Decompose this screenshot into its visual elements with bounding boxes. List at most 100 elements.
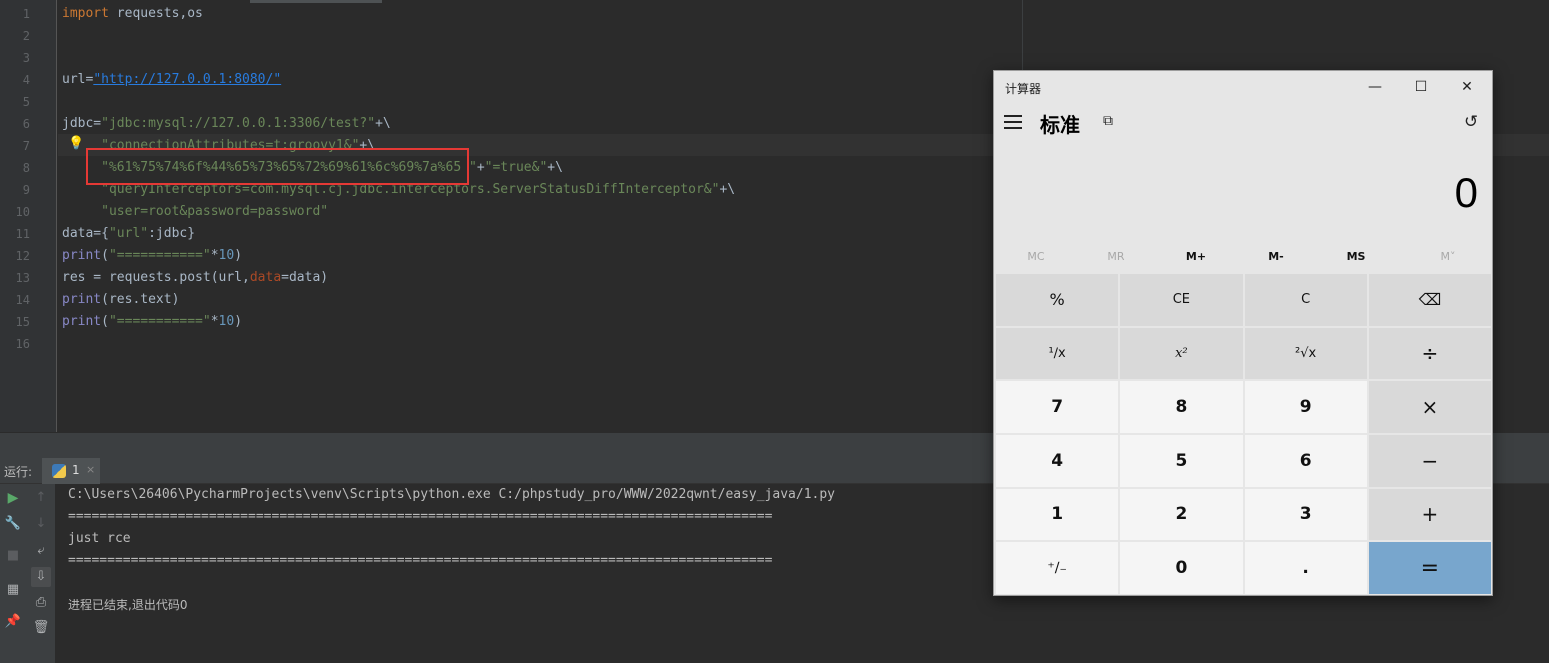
- layout-icon[interactable]: ▦: [3, 580, 23, 600]
- digit-3-button[interactable]: 3: [1244, 488, 1367, 541]
- line-number: 9: [22, 183, 30, 197]
- code-line-6[interactable]: jdbc="jdbc:mysql://127.0.0.1:3306/test?"…: [62, 113, 391, 135]
- lightbulb-icon[interactable]: 💡: [68, 136, 84, 151]
- soft-wrap-icon[interactable]: ⤶: [31, 541, 51, 561]
- string-literal: "=true&": [484, 160, 548, 175]
- line-number: 3: [22, 51, 30, 65]
- trash-icon[interactable]: 🗑: [31, 618, 51, 638]
- code-line-10[interactable]: "user=root&password=password": [62, 201, 328, 223]
- code-line-13[interactable]: res = requests.post(url,data=data): [62, 267, 328, 289]
- builtin-function: print: [62, 314, 102, 329]
- code-text: *: [210, 248, 219, 263]
- digit-4-button[interactable]: 4: [996, 435, 1119, 487]
- subtract-button[interactable]: −: [1368, 435, 1491, 487]
- digit-6-button[interactable]: 6: [1244, 435, 1367, 487]
- code-text: url=: [62, 72, 94, 87]
- code-line-4[interactable]: url="http://127.0.0.1:8080/": [62, 69, 281, 91]
- run-tab-1[interactable]: 1 ×: [42, 458, 100, 484]
- stop-icon[interactable]: ■: [3, 546, 23, 566]
- code-line-14[interactable]: print(res.text): [62, 289, 179, 311]
- close-button[interactable]: ✕: [1444, 71, 1490, 103]
- pin-icon[interactable]: 📌: [3, 612, 23, 632]
- memory-store-button[interactable]: MS: [1316, 243, 1396, 271]
- hamburger-menu-icon[interactable]: [1004, 115, 1022, 129]
- print-icon[interactable]: ⎙: [31, 593, 51, 613]
- memory-subtract-button[interactable]: M-: [1236, 243, 1316, 271]
- digit-8-button[interactable]: 8: [1120, 381, 1243, 433]
- decimal-button[interactable]: .: [1244, 542, 1367, 594]
- code-text: +: [476, 160, 485, 175]
- down-arrow-icon[interactable]: ↓: [31, 514, 51, 534]
- square-button[interactable]: x²: [1120, 327, 1243, 380]
- code-line-12[interactable]: print("==========="*10): [62, 245, 242, 267]
- line-number: 11: [15, 227, 30, 241]
- divide-button[interactable]: ÷: [1368, 327, 1491, 380]
- code-line-15[interactable]: print("==========="*10): [62, 311, 242, 333]
- scroll-to-end-icon[interactable]: ⇩: [31, 567, 51, 587]
- line-number: 1: [22, 7, 30, 21]
- line-number: 12: [15, 249, 30, 263]
- rerun-icon[interactable]: ▶: [3, 488, 23, 508]
- minimize-button[interactable]: —: [1352, 71, 1398, 103]
- code-text: requests,os: [108, 6, 203, 21]
- string-literal: "jdbc:mysql://127.0.0.1:3306/test?": [101, 116, 376, 131]
- digit-1-button[interactable]: 1: [996, 488, 1119, 541]
- memory-list-button[interactable]: M˅: [1408, 243, 1488, 271]
- line-number: 10: [15, 205, 30, 219]
- console-exit-message: 进程已结束,退出代码0: [68, 598, 188, 612]
- mode-title: 标准: [1040, 113, 1080, 137]
- code-text: +\: [719, 182, 736, 197]
- reciprocal-button[interactable]: ¹∕x: [996, 327, 1119, 380]
- close-icon[interactable]: ×: [86, 463, 95, 476]
- code-line-11[interactable]: data={"url":jdbc}: [62, 223, 195, 245]
- backspace-button[interactable]: ⌫: [1368, 274, 1491, 326]
- string-literal: "===========": [108, 314, 211, 329]
- run-toolbar: ▶ ↑ 🔧 ↓ ■ ⤶ ⇩ ▦ ⎙ 📌 🗑: [0, 484, 56, 663]
- code-text: *: [210, 314, 219, 329]
- code-text: +\: [547, 160, 563, 175]
- python-icon: [52, 464, 66, 478]
- mode-row: 标准 ⧉ ↺: [994, 103, 1492, 143]
- memory-row: MC MR M+ M- MS M˅: [996, 243, 1492, 271]
- digit-0-button[interactable]: 0: [1120, 542, 1243, 594]
- digit-5-button[interactable]: 5: [1120, 435, 1243, 487]
- code-text: (res.text): [101, 292, 180, 307]
- line-number: 16: [15, 337, 30, 351]
- wrench-icon[interactable]: 🔧: [3, 514, 23, 534]
- digit-7-button[interactable]: 7: [996, 381, 1119, 433]
- line-number: 5: [22, 95, 30, 109]
- digit-9-button[interactable]: 9: [1244, 381, 1367, 433]
- console-command-line: C:\Users\26406\PycharmProjects\venv\Scri…: [68, 487, 836, 502]
- string-literal: "url": [108, 226, 149, 241]
- add-button[interactable]: +: [1368, 488, 1491, 541]
- digit-2-button[interactable]: 2: [1120, 488, 1243, 541]
- maximize-button[interactable]: ☐: [1398, 71, 1444, 103]
- line-number: 14: [15, 293, 30, 307]
- negate-button[interactable]: ⁺∕₋: [996, 542, 1119, 594]
- square-root-button[interactable]: ²√x: [1244, 327, 1367, 380]
- memory-recall-button[interactable]: MR: [1076, 243, 1156, 271]
- code-line-1[interactable]: import requests,os: [62, 3, 203, 25]
- console-output: just rce: [68, 531, 131, 546]
- code-text: jdbc=: [62, 116, 102, 131]
- percent-button[interactable]: %: [996, 274, 1119, 326]
- run-tab-label: 1: [72, 463, 80, 477]
- memory-add-button[interactable]: M+: [1156, 243, 1236, 271]
- calculator-titlebar[interactable]: 计算器 — ☐ ✕: [994, 71, 1492, 103]
- annotation-highlight-box: [86, 148, 469, 185]
- keep-on-top-icon[interactable]: ⧉: [1103, 113, 1113, 129]
- history-icon[interactable]: ↺: [1464, 112, 1478, 132]
- multiply-button[interactable]: ×: [1368, 381, 1491, 433]
- memory-clear-button[interactable]: MC: [996, 243, 1076, 271]
- line-number: 13: [15, 271, 30, 285]
- number-literal: 10: [218, 314, 235, 329]
- url-string[interactable]: "http://127.0.0.1:8080/": [93, 72, 281, 87]
- code-text: (: [101, 248, 109, 263]
- keyword-argument: data: [249, 270, 282, 285]
- window-title: 计算器: [1005, 82, 1042, 96]
- clear-button[interactable]: C: [1244, 274, 1367, 326]
- equals-button[interactable]: =: [1368, 542, 1491, 594]
- up-arrow-icon[interactable]: ↑: [31, 488, 51, 508]
- clear-entry-button[interactable]: CE: [1120, 274, 1243, 326]
- line-number: 8: [22, 161, 30, 175]
